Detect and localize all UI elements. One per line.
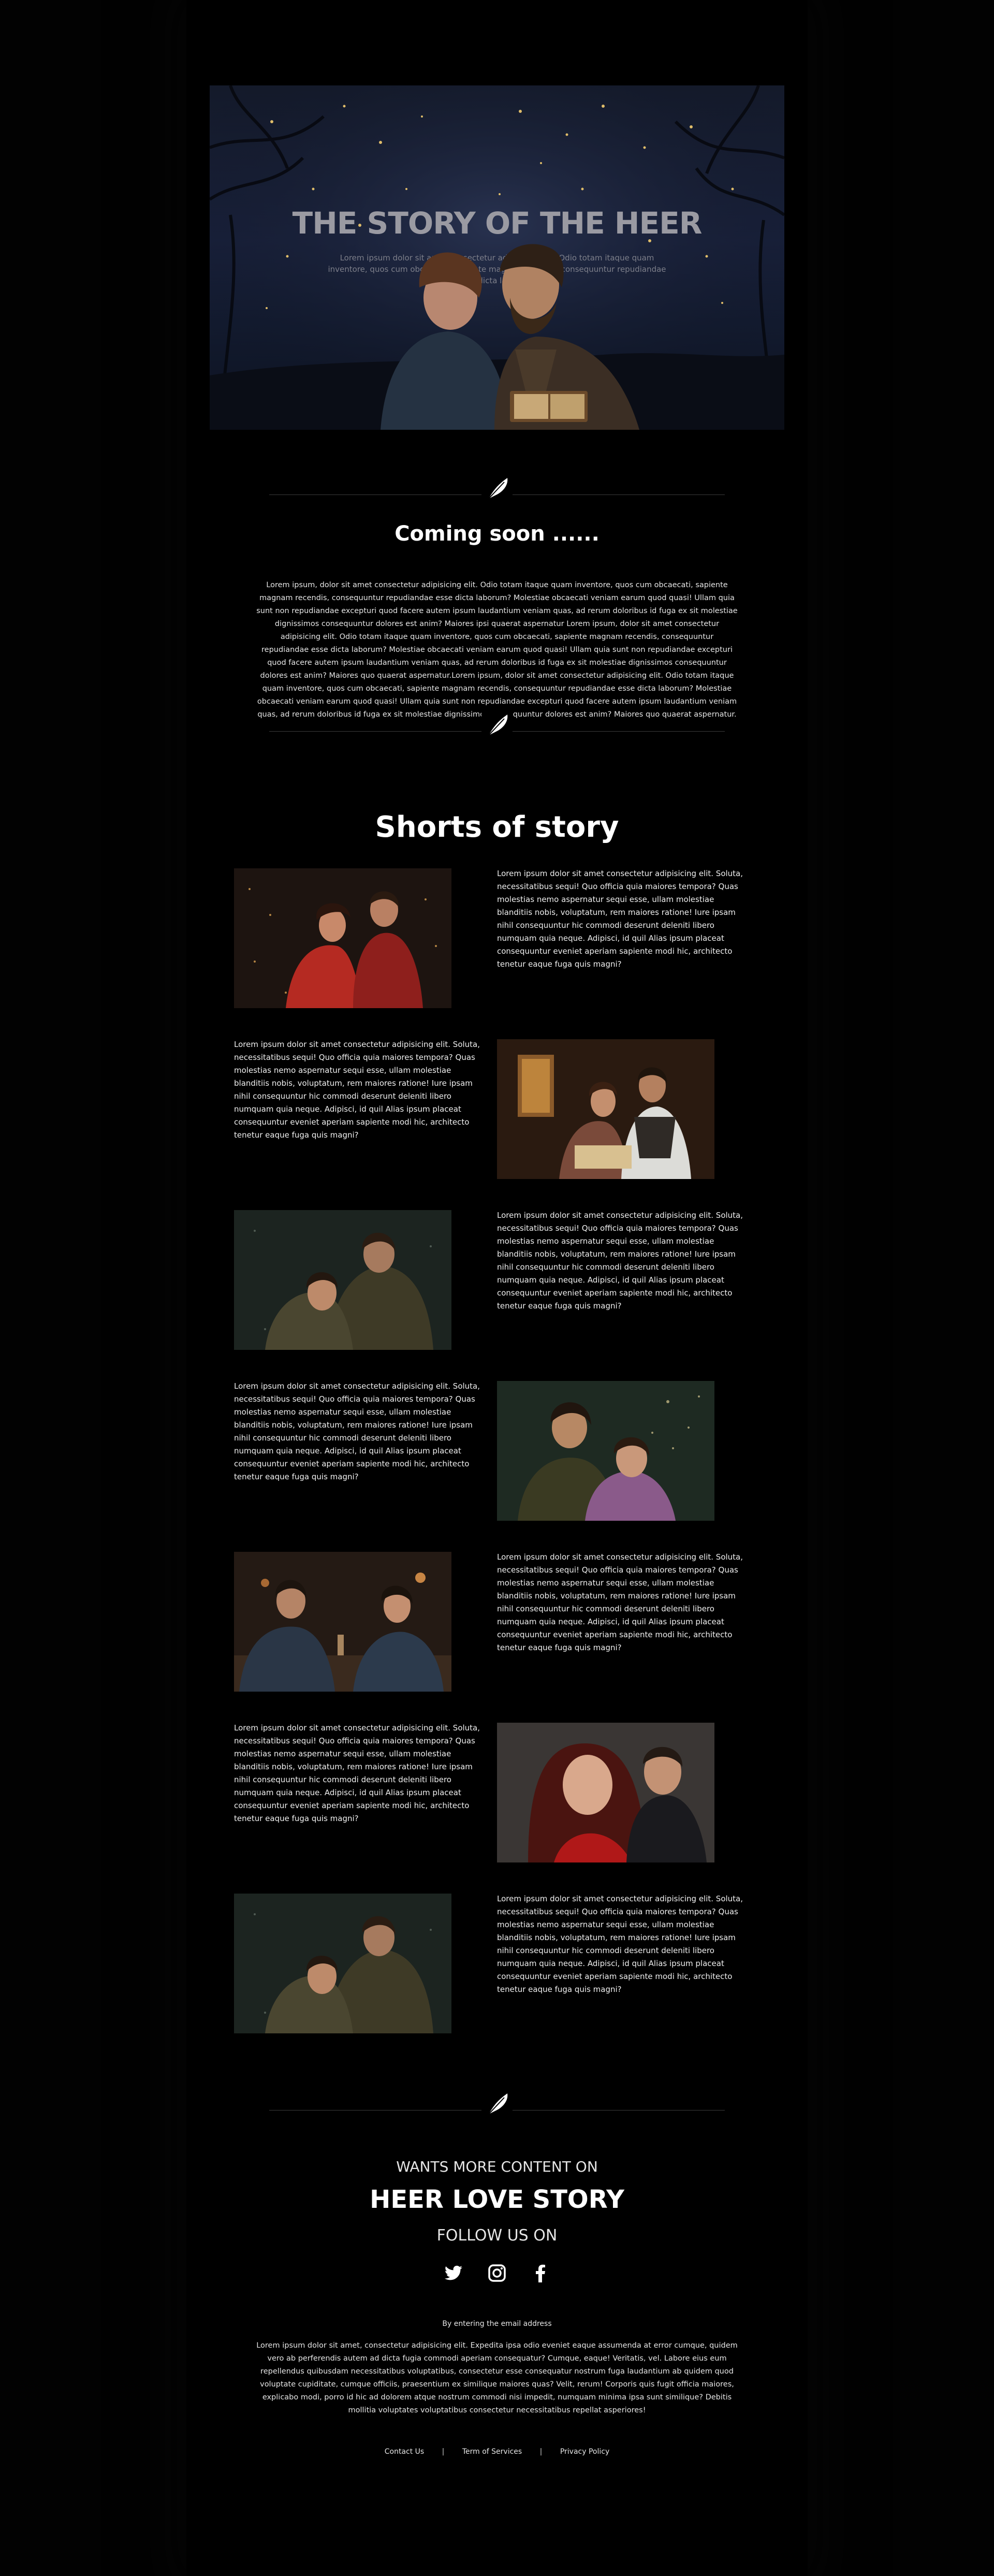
story-image-embrace [234, 1210, 451, 1350]
link-separator: | [539, 2448, 543, 2456]
facebook-icon[interactable] [530, 2263, 551, 2283]
story-image-portrait [497, 1381, 714, 1521]
story-text: Lorem ipsum dolor sit amet consectetur a… [497, 869, 743, 969]
coming-soon-body: Lorem ipsum, dolor sit amet consectetur … [256, 581, 738, 719]
twitter-icon[interactable] [443, 2263, 464, 2283]
story-image-embrace-2 [234, 1894, 451, 2033]
feather-icon [481, 476, 513, 500]
story-text: Lorem ipsum dolor sit amet consectetur a… [234, 1381, 480, 1481]
footer-links: Contact Us | Term of Services | Privacy … [186, 2448, 808, 2456]
story-image-red-dress [497, 1723, 714, 1862]
footer-description: Lorem ipsum dolor sit amet, consectetur … [256, 2341, 738, 2414]
feather-icon [481, 712, 513, 736]
story-image-reading [497, 1039, 714, 1179]
feather-icon [481, 2091, 513, 2115]
section-divider [269, 476, 725, 500]
brand-title: HEER LOVE STORY [370, 2185, 624, 2214]
contact-us-link[interactable]: Contact Us [385, 2448, 424, 2456]
story-text: Lorem ipsum dolor sit amet consectetur a… [497, 1211, 743, 1311]
section-divider [269, 712, 725, 736]
privacy-policy-link[interactable]: Privacy Policy [560, 2448, 609, 2456]
story-text: Lorem ipsum dolor sit amet consectetur a… [234, 1723, 480, 1823]
coming-soon-title: Coming soon ...... [394, 522, 600, 546]
page-container: THE STORY OF THE HEER Lorem ipsum dolor … [186, 0, 808, 2576]
follow-us-label: FOLLOW US ON [436, 2226, 558, 2245]
story-image-dinner [234, 1552, 451, 1692]
shorts-title: Shorts of story [375, 810, 619, 844]
link-separator: | [442, 2448, 445, 2456]
section-divider [269, 2091, 725, 2115]
terms-of-service-link[interactable]: Term of Services [462, 2448, 522, 2456]
instagram-icon[interactable] [487, 2263, 507, 2283]
email-note: By entering the email address [442, 2320, 552, 2328]
wants-more-label: WANTS MORE CONTENT ON [396, 2158, 598, 2175]
story-text: Lorem ipsum dolor sit amet consectetur a… [497, 1894, 743, 1994]
story-image-dance [234, 868, 451, 1008]
story-text: Lorem ipsum dolor sit amet consectetur a… [497, 1552, 743, 1652]
hero-banner: THE STORY OF THE HEER Lorem ipsum dolor … [210, 85, 784, 430]
couple-illustration [381, 244, 639, 430]
story-text: Lorem ipsum dolor sit amet consectetur a… [234, 1040, 480, 1140]
